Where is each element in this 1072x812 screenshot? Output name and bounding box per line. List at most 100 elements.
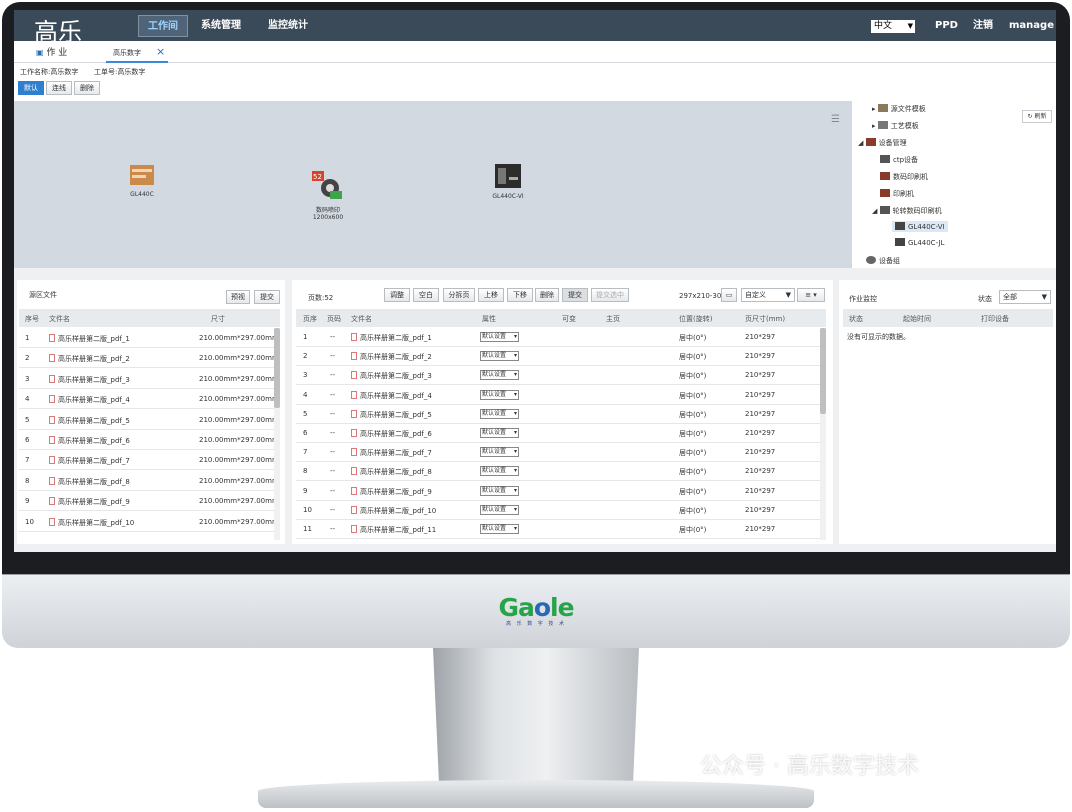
attribute-select-box[interactable]: 默认设置 ▾ [480,332,519,342]
attribute-select-box[interactable]: 默认设置 ▾ [480,447,519,458]
table-row[interactable]: 2 高乐样册第二版_pdf_2 210.00mm*297.00mm [19,348,279,369]
table-row[interactable]: 8 -- 高乐样册第二版_pdf_8 默认设置 ▾ 居中(0°) 210*297 [296,462,820,482]
table-row[interactable]: 3 高乐样册第二版_pdf_3 210.00mm*297.00mm [19,369,279,389]
monitor-stand-neck [433,648,639,788]
node-gl440c-vi[interactable]: GL440C-VI [488,163,528,200]
tree-device-group[interactable]: 设备组 [866,256,900,266]
menu-icon[interactable]: ☰ [831,114,840,125]
status-select[interactable]: 全部 ▼ [999,290,1051,304]
submit-selected-button[interactable]: 提交选中 [591,288,629,302]
attribute-select-box[interactable]: 默认设置 ▾ [480,504,519,515]
table-row[interactable]: 7 -- 高乐样册第二版_pdf_7 默认设置 ▾ 居中(0°) 210*297 [296,443,820,463]
nav-system[interactable]: 系统管理 [192,15,250,37]
attribute-select-box[interactable]: 默认设置 ▾ [480,485,519,496]
language-select[interactable]: 中文 ▼ [871,20,915,33]
table-row[interactable]: 3 -- 高乐样册第二版_pdf_3 默认设置 ▾ 居中(0°) 210*297 [296,366,820,386]
chevron-down-icon: ▾ [513,467,517,475]
close-icon[interactable]: × [156,45,165,58]
attribute-select[interactable]: 默认设置 ▾ [480,524,519,534]
table-row[interactable]: 7 高乐样册第二版_pdf_7 210.00mm*297.00mm [19,450,279,471]
mode-delete-button[interactable]: 删除 [74,81,100,95]
preview-button[interactable]: 预视 [226,290,250,304]
table-row[interactable]: 5 -- 高乐样册第二版_pdf_5 默认设置 ▾ 居中(0°) 210*297 [296,405,820,424]
move-up-button[interactable]: 上移 [478,288,504,302]
column-menu-button[interactable]: ≡ ▾ [797,288,825,302]
table-row[interactable]: 4 -- 高乐样册第二版_pdf_4 默认设置 ▾ 居中(0°) 210*297 [296,386,820,405]
split-page-button[interactable]: 分拆页 [443,288,475,302]
table-row[interactable]: 6 高乐样册第二版_pdf_6 210.00mm*297.00mm [19,430,279,450]
monitor-chin: Gaole 高 乐 数 字 技 术 [2,574,1070,648]
tab-current-job[interactable]: 高乐数字 × [106,42,168,63]
attribute-select-box[interactable]: 默认设置 ▾ [480,524,519,534]
job-number: 工单号:高乐数字 [94,68,146,76]
attribute-select-box[interactable]: 默认设置 ▾ [480,370,519,381]
image-icon[interactable]: ▭ [721,288,737,302]
scrollbar-thumb[interactable] [274,328,280,408]
workflow-canvas[interactable]: ☰ GL440C 52 数码喷印1200x600 GL440C-VI [14,101,852,268]
table-row[interactable]: 1 高乐样册第二版_pdf_1 210.00mm*297.00mm [19,328,279,348]
submit-button[interactable]: 提交 [562,288,588,302]
attribute-select[interactable]: 默认设置 ▾ [480,370,519,381]
table-row[interactable]: 10 高乐样册第二版_pdf_10 210.00mm*297.00mm [19,512,279,532]
tab-work[interactable]: ▣ 作 业 [36,45,67,58]
attribute-select[interactable]: 默认设置 ▾ [480,466,519,477]
tree-printing-press[interactable]: 印刷机 [880,189,914,199]
printer-icon [495,164,521,188]
attribute-select[interactable]: 默认设置 ▾ [480,389,519,400]
tree-gl440c-vi[interactable]: GL440C-VI [892,221,948,232]
attribute-select[interactable]: 默认设置 ▾ [480,332,519,342]
table-row[interactable]: 1 -- 高乐样册第二版_pdf_1 默认设置 ▾ 居中(0°) 210*297 [296,328,820,347]
tree-gl440c-jl[interactable]: GL440C-JL [895,238,944,247]
ppd-link[interactable]: PPD [935,15,958,37]
mode-default-button[interactable]: 默认 [18,81,44,95]
table-row[interactable]: 9 -- 高乐样册第二版_pdf_9 默认设置 ▾ 居中(0°) 210*297 [296,482,820,501]
chevron-down-icon: ▾ [513,390,517,398]
attribute-select-box[interactable]: 默认设置 ▾ [480,428,519,438]
table-row[interactable]: 11 -- 高乐样册第二版_pdf_11 默认设置 ▾ 居中(0°) 210*297 [296,520,820,539]
attribute-select[interactable]: 默认设置 ▾ [480,408,519,419]
submit-button[interactable]: 提交 [254,290,280,304]
node-gl440c[interactable]: GL440C [124,163,160,198]
attribute-select-box[interactable]: 默认设置 ▾ [480,408,519,419]
tree-ctp-device[interactable]: ctp设备 [880,155,918,165]
blank-button[interactable]: 空白 [413,288,439,302]
page-number: -- [330,448,336,457]
scrollbar[interactable] [274,328,280,540]
adjust-button[interactable]: 调整 [384,288,410,302]
custom-size-select[interactable]: 自定义 ▼ [741,288,795,302]
page-number: -- [330,429,336,437]
scrollbar[interactable] [820,328,826,540]
table-row[interactable]: 9 高乐样册第二版_pdf_9 210.00mm*297.00mm [19,491,279,512]
mode-connect-button[interactable]: 连线 [46,81,72,95]
table-row[interactable]: 2 -- 高乐样册第二版_pdf_2 默认设置 ▾ 居中(0°) 210*297 [296,347,820,367]
table-row[interactable]: 5 高乐样册第二版_pdf_5 210.00mm*297.00mm [19,410,279,430]
node-digital-press[interactable]: 52 数码喷印1200x600 [302,171,354,221]
attribute-select[interactable]: 默认设置 ▾ [480,447,519,458]
attribute-select-box[interactable]: 默认设置 ▾ [480,466,519,477]
scrollbar-thumb[interactable] [820,328,826,414]
table-row[interactable]: 10 -- 高乐样册第二版_pdf_10 默认设置 ▾ 居中(0°) 210*297 [296,501,820,520]
empty-message: 没有可显示的数据。 [847,333,910,341]
attribute-select[interactable]: 默认设置 ▾ [480,428,519,438]
tree-digital-press[interactable]: 数码印刷机 [880,172,928,182]
user-link[interactable]: manage [1009,15,1054,37]
attribute-select-box[interactable]: 默认设置 ▾ [480,389,519,400]
attribute-select[interactable]: 默认设置 ▾ [480,504,519,515]
page-size: 210*297 [745,505,776,514]
attribute-select-box[interactable]: 默认设置 ▾ [480,351,519,362]
attribute-select[interactable]: 默认设置 ▾ [480,485,519,496]
tree-source-template[interactable]: ▸ 源文件模板 [872,104,926,114]
delete-button[interactable]: 删除 [535,288,559,302]
refresh-button[interactable]: ↻ 刷新 [1022,110,1052,123]
tree-rotary-digital[interactable]: ◢ 轮转数码印刷机 [872,206,942,216]
move-down-button[interactable]: 下移 [507,288,533,302]
logout-link[interactable]: 注销 [973,15,993,37]
table-row[interactable]: 4 高乐样册第二版_pdf_4 210.00mm*297.00mm [19,389,279,410]
table-row[interactable]: 8 高乐样册第二版_pdf_8 210.00mm*297.00mm [19,471,279,491]
nav-workspace[interactable]: 工作间 [138,15,188,37]
tree-process-template[interactable]: ▸ 工艺模板 [872,121,919,131]
attribute-select[interactable]: 默认设置 ▾ [480,351,519,362]
tree-device-management[interactable]: ◢ 设备管理 [858,138,907,148]
table-row[interactable]: 6 -- 高乐样册第二版_pdf_6 默认设置 ▾ 居中(0°) 210*297 [296,424,820,443]
nav-monitor[interactable]: 监控统计 [259,15,317,37]
